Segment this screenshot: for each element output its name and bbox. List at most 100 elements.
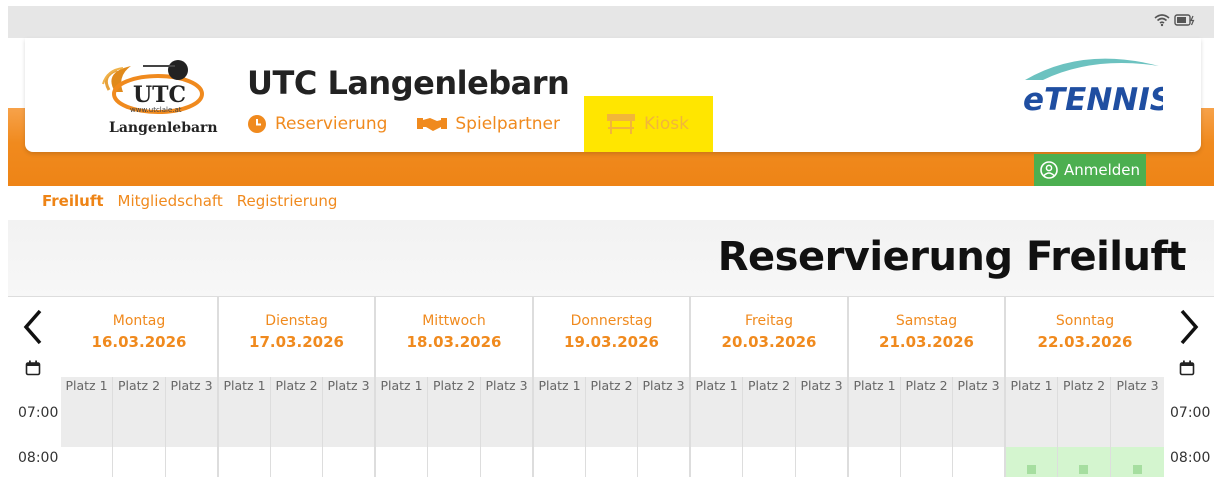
- slot-unavailable: [323, 395, 376, 447]
- slot-closed: [849, 447, 901, 477]
- slot-closed: [219, 447, 271, 477]
- slot-unavailable: [796, 395, 849, 447]
- clock-icon: [248, 115, 266, 133]
- time-label-left: 08:00: [18, 450, 59, 466]
- slot-unavailable: [166, 395, 219, 447]
- svg-text:Langenlebarn: Langenlebarn: [109, 120, 218, 136]
- slot-closed: [481, 447, 534, 477]
- court-label: Platz 2: [743, 377, 796, 395]
- slot-closed: [166, 447, 219, 477]
- slot-available[interactable]: [1058, 447, 1111, 477]
- nav-spielpartner[interactable]: Spielpartner: [417, 96, 590, 152]
- slot-unavailable: [1111, 395, 1164, 447]
- slot-unavailable: [481, 395, 534, 447]
- sub-nav: Freiluft Mitgliedschaft Registrierung: [42, 192, 337, 210]
- slot-closed: [796, 447, 849, 477]
- slot-closed: [638, 447, 691, 477]
- app-frame: UTC www.utclale.at Langenlebarn UTC Lang…: [8, 6, 1214, 477]
- login-label: Anmelden: [1063, 161, 1141, 179]
- next-week-button[interactable]: [1169, 307, 1209, 347]
- slot-closed: [113, 447, 166, 477]
- court-label: Platz 1: [691, 377, 743, 395]
- day-header: Donnerstag 19.03.2026: [534, 297, 691, 377]
- prev-week-button[interactable]: [13, 307, 53, 347]
- court-label: Platz 2: [271, 377, 323, 395]
- slot-unavailable: [271, 395, 323, 447]
- slot-unavailable: [428, 395, 481, 447]
- slot-closed: [953, 447, 1006, 477]
- slot-closed: [743, 447, 796, 477]
- page-title: Reservierung Freiluft: [717, 234, 1187, 280]
- subnav-freiluft[interactable]: Freiluft: [42, 192, 104, 210]
- day-header: Dienstag 17.03.2026: [219, 297, 376, 377]
- court-label: Platz 3: [1111, 377, 1164, 395]
- court-label: Platz 2: [113, 377, 166, 395]
- time-row-0800: [61, 447, 1164, 477]
- slot-closed: [376, 447, 428, 477]
- status-bar: [8, 6, 1214, 38]
- wifi-icon: [1154, 14, 1170, 27]
- court-label: Platz 3: [323, 377, 376, 395]
- court-label: Platz 3: [796, 377, 849, 395]
- slot-unavailable: [1006, 395, 1058, 447]
- site-header: UTC www.utclale.at Langenlebarn UTC Lang…: [25, 38, 1201, 152]
- nav-label: Reservierung: [275, 114, 388, 134]
- chevron-left-icon: [23, 309, 42, 345]
- handshake-icon: [417, 118, 448, 131]
- slot-unavailable: [219, 395, 271, 447]
- court-label: Platz 1: [219, 377, 271, 395]
- kiosk-stand-icon: [606, 114, 635, 134]
- club-logo[interactable]: UTC www.utclale.at Langenlebarn: [83, 52, 223, 138]
- court-label: Platz 3: [166, 377, 219, 395]
- day-header: Mittwoch 18.03.2026: [376, 297, 534, 377]
- slot-unavailable: [534, 395, 586, 447]
- battery-charging-icon: [1174, 14, 1195, 26]
- court-label: Platz 1: [849, 377, 901, 395]
- nav-reservierung[interactable]: Reservierung: [247, 96, 417, 152]
- svg-text:UTC: UTC: [133, 82, 186, 108]
- slot-closed: [534, 447, 586, 477]
- court-label: Platz 2: [428, 377, 481, 395]
- slot-unavailable: [849, 395, 901, 447]
- time-label-right: 07:00: [1170, 405, 1211, 421]
- court-header-row: Platz 1 Platz 2 Platz 3 Platz 1 Platz 2 …: [61, 377, 1164, 395]
- court-label: Platz 1: [376, 377, 428, 395]
- slot-unavailable: [586, 395, 638, 447]
- user-circle-icon: [1040, 161, 1058, 179]
- slot-unavailable: [1058, 395, 1111, 447]
- court-label: Platz 2: [1058, 377, 1111, 395]
- nav-kiosk[interactable]: Kiosk: [583, 96, 713, 152]
- nav-label: Spielpartner: [455, 114, 560, 134]
- main-nav: Reservierung Spielpartner Kiosk: [247, 96, 713, 152]
- slot-unavailable: [376, 395, 428, 447]
- slot-unavailable: [638, 395, 691, 447]
- slot-unavailable: [61, 395, 113, 447]
- title-band: Reservierung Freiluft: [8, 220, 1214, 296]
- slot-closed: [691, 447, 743, 477]
- calendar-icon[interactable]: [1179, 360, 1195, 376]
- slot-closed: [901, 447, 953, 477]
- slot-closed: [61, 447, 113, 477]
- court-label: Platz 3: [481, 377, 534, 395]
- slot-available[interactable]: [1111, 447, 1164, 477]
- slot-unavailable: [953, 395, 1006, 447]
- slot-unavailable: [113, 395, 166, 447]
- subnav-registrierung[interactable]: Registrierung: [237, 192, 338, 210]
- svg-text:www.utclale.at: www.utclale.at: [130, 106, 182, 114]
- reservation-calendar: Montag 16.03.2026 Dienstag 17.03.2026 Mitt…: [8, 296, 1214, 477]
- court-label: Platz 3: [953, 377, 1006, 395]
- chevron-right-icon: [1180, 309, 1199, 345]
- day-header: Sonntag 22.03.2026: [1037, 313, 1133, 351]
- slot-available[interactable]: [1006, 447, 1058, 477]
- day-header: Montag 16.03.2026: [61, 297, 219, 377]
- court-label: Platz 1: [1006, 377, 1058, 395]
- subnav-mitgliedschaft[interactable]: Mitgliedschaft: [118, 192, 223, 210]
- calendar-icon[interactable]: [25, 360, 41, 376]
- slot-unavailable: [691, 395, 743, 447]
- time-label-left: 07:00: [18, 405, 59, 421]
- nav-label: Kiosk: [643, 114, 689, 134]
- login-button[interactable]: Anmelden: [1034, 154, 1146, 186]
- etennis-logo[interactable]: eTENNIS: [1013, 52, 1163, 116]
- slot-closed: [586, 447, 638, 477]
- slot-unavailable: [901, 395, 953, 447]
